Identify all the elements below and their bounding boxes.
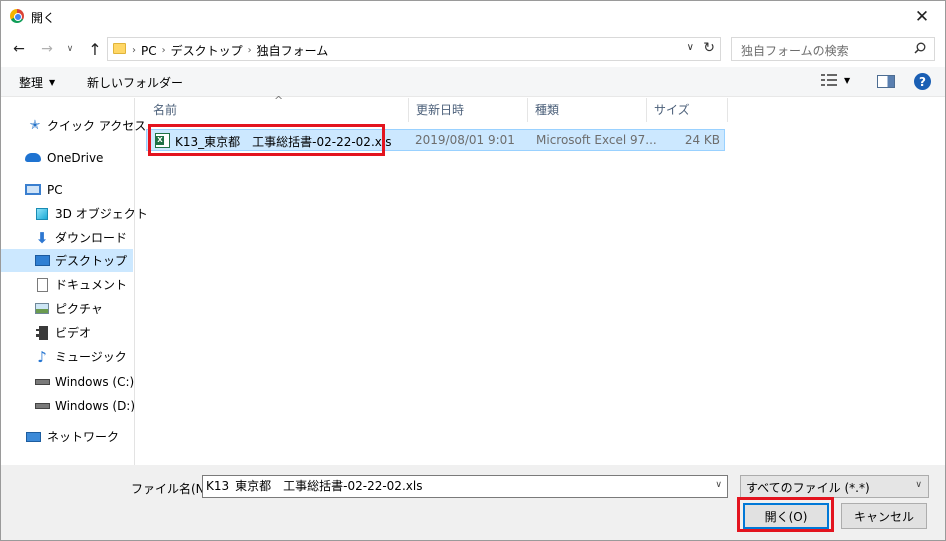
up-button[interactable]: ↑: [85, 38, 105, 60]
video-icon: [34, 325, 50, 341]
sidebar-item-label: OneDrive: [47, 150, 104, 165]
cloud-icon: [25, 150, 41, 166]
search-icon[interactable]: [914, 42, 926, 54]
breadcrumb: › PC › デスクトップ › 独自フォーム: [132, 42, 328, 59]
sidebar-item-label: デスクトップ: [55, 254, 128, 268]
sidebar-item-documents[interactable]: ドキュメント: [1, 273, 133, 296]
column-header-name[interactable]: 名前: [146, 98, 409, 122]
sidebar-item-onedrive[interactable]: OneDrive: [1, 146, 133, 169]
cube-icon: [34, 206, 50, 222]
file-modified: 2019/08/01 9:01: [415, 133, 515, 147]
close-button[interactable]: ✕: [899, 1, 945, 32]
pc-icon: [25, 182, 41, 198]
new-folder-button[interactable]: 新しいフォルダー: [87, 74, 183, 91]
title-bar: 開く ✕: [1, 1, 945, 32]
refresh-icon[interactable]: ↻: [703, 40, 715, 56]
forward-button[interactable]: →: [37, 38, 57, 60]
file-size: 24 KB: [684, 133, 720, 147]
navigation-bar: ← → ∨ ↑ › PC › デスクトップ › 独自フォーム ∨ ↻ 独自フォー…: [1, 34, 945, 64]
sidebar-item-videos[interactable]: ビデオ: [1, 321, 133, 344]
picture-icon: [34, 301, 50, 317]
desktop-icon: [34, 253, 50, 269]
star-icon: ✭: [29, 118, 41, 133]
dialog-footer: ファイル名(N): ∨ すべてのファイル (*.*) ∨ 開く(O) キャンセル: [1, 465, 945, 540]
sidebar-item-label: ミュージック: [55, 350, 127, 364]
organize-button[interactable]: 整理 ▼: [19, 74, 55, 91]
sidebar-item-label: 3D オブジェクト: [55, 207, 148, 221]
sidebar-item-downloads[interactable]: ⬇ ダウンロード: [1, 226, 133, 249]
file-type: Microsoft Excel 97...: [536, 133, 657, 147]
table-row[interactable]: K13_東京都 工事総括書-02-22-02.xls 2019/08/01 9:…: [146, 129, 725, 151]
sidebar-item-quick-access[interactable]: ✭ クイック アクセス: [1, 114, 147, 137]
back-button[interactable]: ←: [9, 38, 29, 60]
column-header-type[interactable]: 種類: [528, 98, 647, 122]
sidebar-item-label: Windows (C:): [55, 374, 135, 389]
navigation-pane: ✭ クイック アクセス OneDrive PC 3D オブジェクト ⬇ ダウンロ…: [1, 98, 148, 465]
change-view-button[interactable]: ▼: [821, 73, 850, 87]
search-input[interactable]: 独自フォームの検索: [731, 37, 935, 61]
breadcrumb-desktop[interactable]: デスクトップ: [171, 42, 243, 59]
column-header-modified[interactable]: 更新日時: [409, 98, 528, 122]
breadcrumb-pc[interactable]: PC: [141, 44, 157, 58]
file-list: ^ 名前 更新日時 種類 サイズ K13_東京都 工事総括書-02-22-02.…: [136, 94, 945, 465]
command-bar: 整理 ▼ 新しいフォルダー ▼ ?: [1, 67, 945, 97]
help-icon[interactable]: ?: [914, 73, 931, 90]
sidebar-item-label: ビデオ: [55, 326, 92, 340]
file-name: K13_東京都 工事総括書-02-22-02.xls: [175, 135, 392, 149]
organize-label: 整理: [19, 76, 44, 90]
chevron-down-icon[interactable]: ∨: [715, 480, 722, 490]
breadcrumb-separator: ›: [132, 45, 136, 56]
chrome-app-icon: [10, 9, 24, 23]
sidebar-item-label: ダウンロード: [55, 231, 128, 245]
search-placeholder: 独自フォームの検索: [741, 44, 849, 58]
breadcrumb-current-folder[interactable]: 独自フォーム: [257, 42, 329, 59]
drive-icon: [34, 398, 50, 414]
download-icon: ⬇: [35, 228, 49, 247]
sidebar-item-3d-objects[interactable]: 3D オブジェクト: [1, 202, 148, 225]
sidebar-item-label: ピクチャ: [55, 302, 103, 316]
network-icon: [25, 429, 41, 445]
excel-file-icon: [155, 133, 170, 148]
open-button[interactable]: 開く(O): [743, 503, 829, 529]
filename-combobox[interactable]: ∨: [202, 475, 728, 498]
sidebar-item-pictures[interactable]: ピクチャ: [1, 297, 133, 320]
address-bar[interactable]: › PC › デスクトップ › 独自フォーム ∨ ↻: [107, 37, 721, 61]
details-view-icon: [821, 73, 837, 87]
chevron-down-icon: ▼: [49, 78, 56, 87]
sidebar-item-label: ドキュメント: [55, 278, 128, 292]
preview-pane-icon[interactable]: [877, 75, 895, 88]
window-title: 開く: [31, 11, 56, 25]
sidebar-item-label: PC: [47, 182, 63, 197]
column-header-size[interactable]: サイズ: [647, 98, 728, 122]
file-type-filter-select[interactable]: すべてのファイル (*.*) ∨: [740, 475, 929, 498]
chevron-down-icon: ▼: [844, 75, 851, 85]
drive-icon: [34, 374, 50, 390]
cancel-button[interactable]: キャンセル: [841, 503, 927, 529]
sidebar-item-label: Windows (D:): [55, 398, 136, 413]
file-type-filter-value: すべてのファイル (*.*): [746, 481, 870, 495]
recent-locations-button[interactable]: ∨: [63, 38, 77, 60]
sidebar-item-label: クイック アクセス: [47, 119, 147, 133]
sidebar-item-music[interactable]: ♪ ミュージック: [1, 345, 133, 368]
folder-icon: [113, 43, 126, 54]
document-icon: [34, 277, 50, 293]
filename-field[interactable]: [206, 478, 706, 492]
chevron-down-icon: ∨: [915, 480, 922, 490]
sidebar-item-drive-c[interactable]: Windows (C:): [1, 370, 135, 393]
breadcrumb-separator[interactable]: ›: [162, 45, 166, 56]
sidebar-item-desktop[interactable]: デスクトップ: [1, 249, 133, 272]
address-history-dropdown[interactable]: ∨: [687, 42, 694, 53]
sidebar-item-network[interactable]: ネットワーク: [1, 425, 133, 448]
sidebar-item-label: ネットワーク: [47, 430, 120, 444]
breadcrumb-separator[interactable]: ›: [248, 45, 252, 56]
sidebar-item-pc[interactable]: PC: [1, 178, 133, 201]
music-icon: ♪: [37, 347, 47, 366]
sidebar-item-drive-d[interactable]: Windows (D:): [1, 394, 136, 417]
file-open-dialog: 開く ✕ ← → ∨ ↑ › PC › デスクトップ › 独自フォーム ∨ ↻ …: [0, 0, 946, 541]
